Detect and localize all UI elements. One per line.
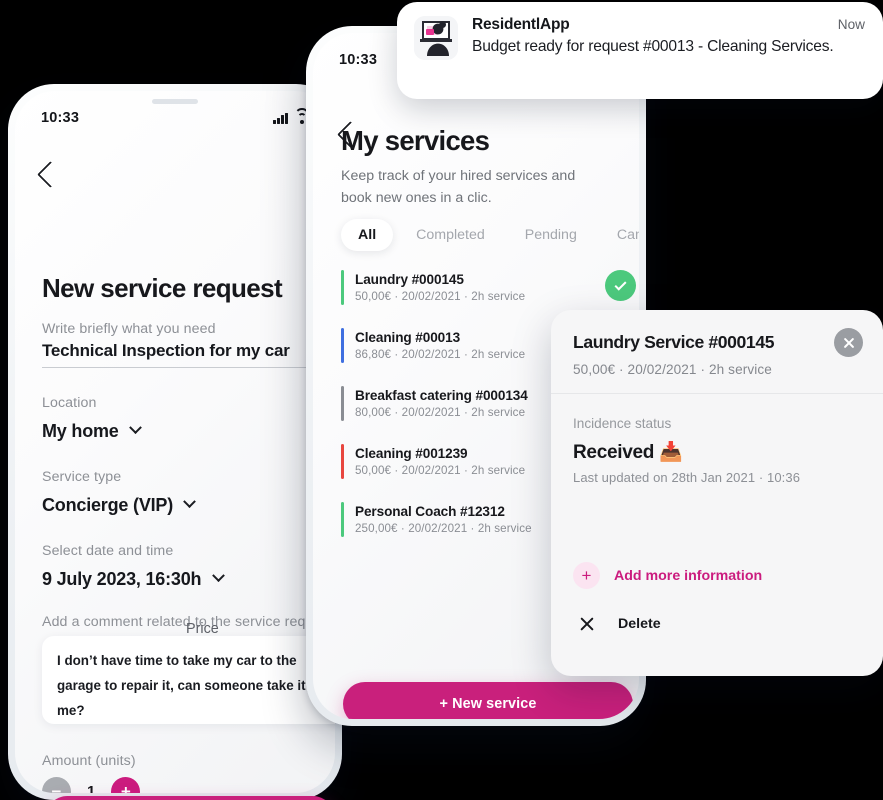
field-brief: Write briefly what you need Technical In… (42, 321, 308, 368)
incidence-status-section: Incidence status Received 📥 Last updated… (551, 394, 883, 485)
amount-label: Amount (units) (42, 753, 136, 769)
tab-completed[interactable]: Completed (399, 219, 502, 251)
field-datetime: Select date and time 9 July 2023, 16:30h (42, 543, 308, 590)
completed-check-icon (605, 270, 636, 301)
quantity-stepper: − 1 + (42, 777, 141, 793)
delete-button[interactable]: Delete (551, 614, 683, 634)
field-location: Location My home (42, 395, 308, 442)
filter-tabs: All Completed Pending Cancelled (341, 219, 639, 251)
last-updated: Last updated on 28th Jan 2021 · 10:36 (573, 470, 801, 485)
datetime-value: 9 July 2023, 16:30h (42, 569, 202, 589)
status-time: 10:33 (41, 110, 80, 126)
chevron-down-icon (211, 569, 225, 583)
back-chevron-icon[interactable] (37, 161, 64, 188)
notification-message: Budget ready for request #00013 - Cleani… (472, 38, 834, 55)
request-service-button[interactable]: Request service (45, 796, 335, 800)
notification-header: ResidentlApp Now (472, 16, 865, 34)
notification-body: ResidentlApp Now Budget ready for reques… (472, 16, 865, 85)
detail-title: Laundry Service #000145 (573, 332, 775, 352)
location-select[interactable]: My home (42, 421, 308, 442)
new-service-button[interactable]: + New service (343, 682, 633, 719)
status-color-bar (341, 444, 344, 479)
page-subtitle: Keep track of your hired services and bo… (341, 168, 576, 206)
notch (152, 99, 198, 104)
close-icon[interactable] (834, 328, 863, 357)
close-x-icon (577, 614, 597, 634)
quantity-value: 1 (87, 783, 96, 793)
location-label: Location (42, 395, 97, 411)
notification-app-name: ResidentlApp (472, 16, 570, 33)
screenshot-root: 10:33 New service request Write briefly … (0, 0, 883, 800)
service-name: Laundry #000145 (355, 272, 464, 287)
comment-label-row: Add a comment related to the service req… (42, 614, 335, 630)
status-icons (273, 107, 309, 124)
amount-label-row: Amount (units) (42, 753, 308, 769)
service-detail-card: Laundry Service #000145 50,00€ · 20/02/2… (551, 310, 883, 676)
phone-new-service-request: 10:33 New service request Write briefly … (8, 84, 342, 800)
location-value: My home (42, 421, 119, 441)
page-title: New service request (42, 273, 283, 303)
service-type-label: Service type (42, 469, 122, 485)
brief-value: Technical Inspection for my car (42, 341, 290, 360)
tab-cancelled[interactable]: Cancelled (600, 219, 639, 251)
comment-value: I don’t have time to take my car to the … (57, 653, 328, 718)
field-service-type: Service type Concierge (VIP) (42, 469, 308, 516)
service-type-select[interactable]: Concierge (VIP) (42, 495, 308, 516)
tab-all[interactable]: All (341, 219, 394, 251)
delete-label: Delete (618, 616, 661, 632)
chevron-down-icon (129, 421, 142, 435)
plus-icon: + (573, 562, 600, 589)
service-meta: 50,00€ · 20/02/2021 · 2h service (355, 290, 526, 303)
increment-button[interactable]: + (111, 777, 141, 793)
status-label: Incidence status (573, 416, 672, 431)
background-panel (655, 102, 883, 310)
comment-label: Add a comment related to the service req… (42, 614, 335, 630)
service-type-value: Concierge (VIP) (42, 495, 174, 515)
comment-textarea[interactable]: I don’t have time to take my car to the … (42, 636, 335, 724)
phone1-screen: 10:33 New service request Write briefly … (15, 91, 335, 793)
status-color-bar (341, 502, 344, 537)
list-item[interactable]: Laundry #000145 50,00€ · 20/02/2021 · 2h… (341, 267, 636, 308)
phone1-status-bar: 10:33 (15, 107, 335, 129)
tab-pending[interactable]: Pending (508, 219, 594, 251)
price-label: Price (186, 621, 219, 637)
status-color-bar (341, 386, 344, 421)
add-more-information-button[interactable]: + Add more information (551, 562, 784, 589)
brief-label: Write briefly what you need (42, 321, 216, 337)
datetime-select[interactable]: 9 July 2023, 16:30h (42, 569, 308, 590)
detail-meta: 50,00€ · 20/02/2021 · 2h service (573, 362, 772, 377)
status-color-bar (341, 328, 344, 363)
app-illustration-icon (414, 16, 458, 60)
signal-bars-icon (273, 112, 288, 124)
decrement-button[interactable]: − (42, 777, 71, 793)
datetime-label: Select date and time (42, 543, 174, 559)
chevron-down-icon (183, 495, 197, 509)
brief-input[interactable]: Technical Inspection for my car (42, 341, 308, 368)
add-more-information-label: Add more information (614, 567, 763, 584)
notification-time: Now (837, 17, 865, 32)
status-color-bar (341, 270, 344, 305)
status-badge: Received 📥 (573, 442, 683, 463)
detail-card-header: Laundry Service #000145 50,00€ · 20/02/2… (551, 310, 883, 394)
notification-banner[interactable]: ResidentlApp Now Budget ready for reques… (397, 2, 883, 99)
page-title: My services (341, 125, 490, 156)
status-time: 10:33 (339, 52, 378, 68)
